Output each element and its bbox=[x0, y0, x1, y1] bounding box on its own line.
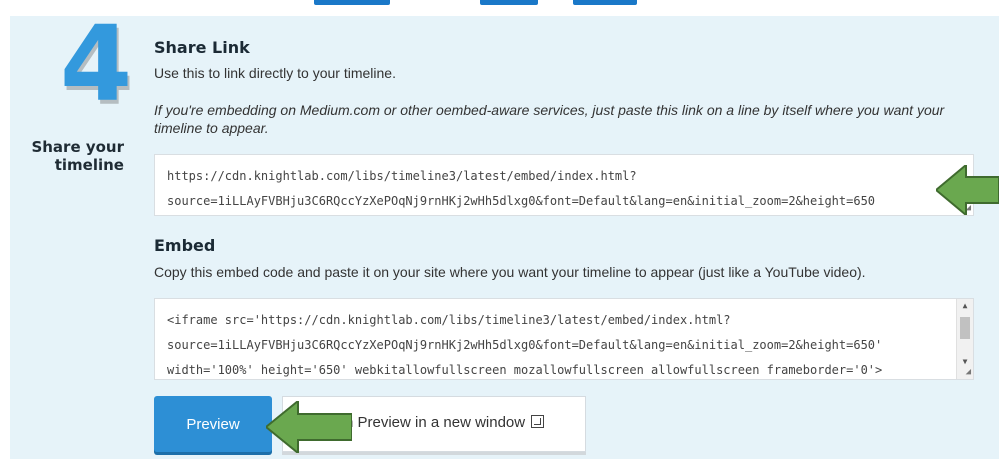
share-link-heading: Share Link bbox=[154, 38, 250, 57]
embed-code-line-1: <iframe src='https://cdn.knightlab.com/l… bbox=[167, 313, 731, 327]
share-link-description: Use this to link directly to your timeli… bbox=[154, 65, 396, 81]
embed-code-line-3: width='100%' height='650' webkitallowful… bbox=[167, 363, 883, 377]
step-title: Share your timeline bbox=[14, 138, 124, 174]
open-preview-label: n Preview in a new window bbox=[345, 414, 526, 431]
cut-link-fragment bbox=[480, 0, 538, 5]
embed-heading: Embed bbox=[154, 236, 216, 255]
cut-link-fragment bbox=[573, 0, 637, 5]
scroll-thumb[interactable] bbox=[960, 317, 970, 339]
resize-handle-icon[interactable]: ◢ bbox=[961, 367, 971, 377]
share-url-line-2: source=1iLLAyFVBHju3C6RQccYzXePOqNj9rnHK… bbox=[167, 194, 876, 208]
external-window-icon bbox=[531, 415, 545, 428]
step-title-line1: Share your bbox=[31, 138, 124, 156]
cut-link-fragment bbox=[314, 0, 390, 5]
embed-code-field[interactable]: <iframe src='https://cdn.knightlab.com/l… bbox=[154, 298, 974, 380]
green-pointer-arrow-icon bbox=[266, 401, 352, 453]
share-url-line-1: https://cdn.knightlab.com/libs/timeline3… bbox=[167, 169, 637, 183]
step-title-line2: timeline bbox=[54, 156, 124, 174]
top-strip bbox=[0, 0, 999, 16]
embed-code-line-2: source=1iLLAyFVBHju3C6RQccYzXePOqNj9rnHK… bbox=[167, 338, 883, 352]
step-number-badge: 4 bbox=[46, 12, 146, 116]
preview-button[interactable]: Preview bbox=[154, 396, 272, 452]
share-link-note: If you're embedding on Medium.com or oth… bbox=[154, 102, 945, 136]
share-link-field[interactable]: https://cdn.knightlab.com/libs/timeline3… bbox=[154, 154, 974, 216]
embed-description: Copy this embed code and paste it on you… bbox=[154, 264, 866, 280]
green-pointer-arrow-icon bbox=[936, 165, 999, 215]
step-number: 4 bbox=[59, 3, 133, 125]
scroll-up-icon[interactable]: ▲ bbox=[957, 299, 973, 313]
